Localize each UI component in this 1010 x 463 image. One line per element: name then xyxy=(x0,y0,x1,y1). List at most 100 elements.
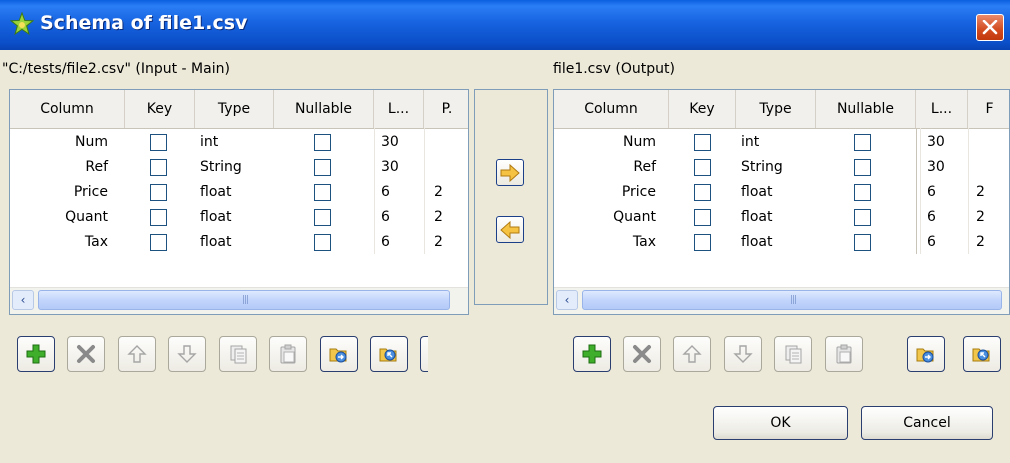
table-row[interactable]: Num int 30 xyxy=(10,130,468,155)
add-icon xyxy=(582,344,602,364)
copy-button[interactable] xyxy=(774,336,812,372)
col-header-type[interactable]: Type xyxy=(736,90,816,128)
nullable-checkbox[interactable] xyxy=(314,234,331,251)
col-header-precision[interactable]: P. xyxy=(424,90,468,128)
cell-type: float xyxy=(741,209,773,225)
cell-column: Num xyxy=(75,134,108,150)
delete-row-button[interactable] xyxy=(623,336,661,372)
table-row[interactable]: Tax float 6 2 xyxy=(554,230,1009,255)
copy-button[interactable] xyxy=(219,336,257,372)
cell-precision: 2 xyxy=(434,184,443,200)
key-checkbox[interactable] xyxy=(694,134,711,151)
arrow-right-icon xyxy=(500,164,520,182)
scroll-thumb[interactable]: ||| xyxy=(38,290,450,310)
paste-button[interactable] xyxy=(825,336,863,372)
table-row[interactable]: Price float 6 2 xyxy=(10,180,468,205)
cell-precision: 2 xyxy=(434,209,443,225)
key-checkbox[interactable] xyxy=(150,134,167,151)
table-row[interactable]: Ref String 30 xyxy=(10,155,468,180)
cell-type: String xyxy=(200,159,242,175)
col-header-precision[interactable]: F xyxy=(968,90,1009,128)
cell-column: Tax xyxy=(84,234,108,250)
nullable-checkbox[interactable] xyxy=(314,159,331,176)
move-up-button[interactable] xyxy=(673,336,711,372)
title-bar[interactable]: Schema of file1.csv xyxy=(0,0,1010,50)
transfer-panel xyxy=(474,89,548,305)
nullable-checkbox[interactable] xyxy=(314,184,331,201)
col-header-length[interactable]: L... xyxy=(916,90,968,128)
nullable-checkbox[interactable] xyxy=(854,134,871,151)
key-checkbox[interactable] xyxy=(150,184,167,201)
key-checkbox[interactable] xyxy=(694,234,711,251)
move-down-button[interactable] xyxy=(724,336,762,372)
import-schema-button[interactable] xyxy=(907,336,945,372)
cell-length: 30 xyxy=(381,134,399,150)
col-header-length[interactable]: L... xyxy=(374,90,424,128)
table-row[interactable]: Tax float 6 2 xyxy=(10,230,468,255)
table-row[interactable]: Quant float 6 2 xyxy=(10,205,468,230)
cell-length: 30 xyxy=(381,159,399,175)
copy-to-input-button[interactable] xyxy=(496,216,524,243)
close-button[interactable] xyxy=(976,14,1004,41)
table-row[interactable]: Price float 6 2 xyxy=(554,180,1009,205)
key-checkbox[interactable] xyxy=(150,209,167,226)
horizontal-scrollbar[interactable]: ‹ ||| xyxy=(10,287,468,314)
delete-icon xyxy=(77,345,95,363)
table-row[interactable]: Ref String 30 xyxy=(554,155,1009,180)
delete-row-button[interactable] xyxy=(67,336,105,372)
nullable-checkbox[interactable] xyxy=(854,159,871,176)
cancel-button[interactable]: Cancel xyxy=(861,406,993,440)
col-header-column[interactable]: Column xyxy=(10,90,125,128)
cell-type: float xyxy=(200,184,232,200)
toolbar-overflow-button[interactable] xyxy=(420,336,428,372)
scroll-thumb[interactable]: ||| xyxy=(582,290,1002,310)
delete-icon xyxy=(633,345,651,363)
nullable-checkbox[interactable] xyxy=(854,209,871,226)
copy-icon xyxy=(785,345,802,364)
add-row-button[interactable] xyxy=(17,336,55,372)
key-checkbox[interactable] xyxy=(694,184,711,201)
move-down-icon xyxy=(177,345,197,363)
move-down-icon xyxy=(733,345,753,363)
nullable-checkbox[interactable] xyxy=(854,234,871,251)
cell-type: float xyxy=(200,234,232,250)
nullable-checkbox[interactable] xyxy=(854,184,871,201)
move-up-button[interactable] xyxy=(118,336,156,372)
table-row[interactable]: Num int 30 xyxy=(554,130,1009,155)
cell-column: Price xyxy=(73,184,108,200)
col-header-nullable[interactable]: Nullable xyxy=(274,90,374,128)
col-header-column[interactable]: Column xyxy=(554,90,669,128)
cell-column: Quant xyxy=(65,209,108,225)
key-checkbox[interactable] xyxy=(694,159,711,176)
key-checkbox[interactable] xyxy=(150,234,167,251)
col-header-nullable[interactable]: Nullable xyxy=(816,90,916,128)
add-row-button[interactable] xyxy=(573,336,611,372)
star-gear-icon xyxy=(9,11,35,36)
nullable-checkbox[interactable] xyxy=(314,209,331,226)
import-schema-button[interactable] xyxy=(320,336,358,372)
nullable-checkbox[interactable] xyxy=(314,134,331,151)
cell-column: Num xyxy=(623,134,656,150)
ok-button[interactable]: OK xyxy=(713,406,848,440)
copy-to-output-button[interactable] xyxy=(496,159,524,186)
col-header-key[interactable]: Key xyxy=(125,90,195,128)
scroll-left-button[interactable]: ‹ xyxy=(12,290,34,310)
input-schema-table[interactable]: Column Key Type Nullable L... P. Num int… xyxy=(9,89,469,315)
col-header-type[interactable]: Type xyxy=(195,90,274,128)
paste-button[interactable] xyxy=(269,336,307,372)
export-schema-button[interactable] xyxy=(370,336,408,372)
scroll-left-button[interactable]: ‹ xyxy=(556,290,578,310)
move-down-button[interactable] xyxy=(168,336,206,372)
col-header-key[interactable]: Key xyxy=(669,90,736,128)
cell-precision: 2 xyxy=(434,234,443,250)
horizontal-scrollbar[interactable]: ‹ ||| xyxy=(554,287,1009,314)
paste-icon xyxy=(280,344,296,364)
key-checkbox[interactable] xyxy=(694,209,711,226)
table-row[interactable]: Quant float 6 2 xyxy=(554,205,1009,230)
output-schema-table[interactable]: Column Key Type Nullable L... F Num int … xyxy=(553,89,1010,315)
key-checkbox[interactable] xyxy=(150,159,167,176)
cell-precision: 2 xyxy=(976,184,985,200)
copy-icon xyxy=(230,345,247,364)
export-schema-button[interactable] xyxy=(963,336,1001,372)
cell-type: float xyxy=(741,184,773,200)
